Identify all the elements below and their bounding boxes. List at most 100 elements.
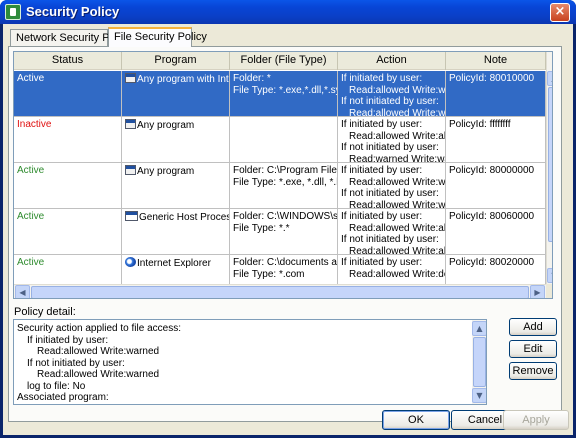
- scroll-up-button[interactable]: ▲: [547, 71, 552, 86]
- application-icon: [125, 165, 136, 175]
- scroll-left-button[interactable]: ◀: [15, 285, 30, 298]
- column-header-folder[interactable]: Folder (File Type): [230, 52, 338, 70]
- policy-detail-line: If initiated by user:: [27, 334, 109, 346]
- note-cell: PolicyId: 80010000: [446, 71, 546, 117]
- action-line: Read:allowed Write:allowe: [349, 130, 446, 142]
- note-text: PolicyId: 80060000: [449, 211, 535, 222]
- status-text: Active: [17, 211, 45, 222]
- close-button[interactable]: ×: [550, 3, 570, 22]
- detail-scroll-down-button[interactable]: ▼: [472, 388, 486, 403]
- add-button[interactable]: Add: [509, 318, 557, 336]
- scrollbar-corner: [546, 284, 552, 298]
- dialog-client-area: Network Security Policy File Security Po…: [3, 24, 573, 435]
- action-cell: If initiated by user: Read:allowed Write:…: [338, 163, 446, 209]
- security-shield-icon: [5, 4, 21, 20]
- policy-detail-label: Policy detail:: [14, 306, 76, 318]
- window-icon: [125, 211, 138, 221]
- action-line: If initiated by user:: [341, 119, 423, 130]
- vertical-scroll-thumb[interactable]: [548, 87, 552, 242]
- column-header-note[interactable]: Note: [446, 52, 546, 70]
- folder-line: File Type: *.exe, *.dll, *.log...: [233, 176, 337, 188]
- action-line: Read:allowed Write:war...: [349, 107, 446, 118]
- folder-line: File Type: *.exe,*.dll,*.sys,...: [233, 84, 337, 96]
- folder-line: File Type: *.com: [233, 268, 305, 280]
- policy-detail-line: If not initiated by user:: [27, 357, 125, 369]
- status-cell: Active: [14, 163, 122, 209]
- scroll-down-button[interactable]: ▼: [547, 268, 552, 283]
- program-name: Generic Host Process ...: [139, 212, 229, 223]
- policy-detail-line: Associated program:: [17, 392, 109, 403]
- action-cell: If initiated by user: Read:allowed Write:…: [338, 117, 446, 163]
- note-cell: PolicyId: ffffffff: [446, 117, 546, 163]
- apply-button[interactable]: Apply: [503, 410, 569, 430]
- table-row[interactable]: Inactive Any program If initiated by user:…: [14, 117, 546, 163]
- application-icon: [125, 73, 136, 83]
- action-line: If not initiated by user:: [341, 142, 439, 153]
- status-text: Active: [17, 73, 45, 84]
- policy-detail-line: Read:allowed Write:warned: [37, 369, 160, 380]
- column-header-action[interactable]: Action: [338, 52, 446, 70]
- folder-line: Folder: *: [233, 73, 271, 84]
- status-cell: Active: [14, 71, 122, 117]
- action-line: Read:allowed Write:warne: [349, 176, 446, 188]
- action-line: Read:allowed Write:allowe: [349, 222, 446, 234]
- detail-scroll-thumb[interactable]: [473, 337, 486, 387]
- table-header: Status Program Folder (File Type) Action…: [14, 52, 552, 70]
- table-row[interactable]: ActiveGeneric Host Process ...Folder: C:…: [14, 209, 546, 255]
- ok-button[interactable]: OK: [382, 410, 450, 430]
- edit-button[interactable]: Edit: [509, 340, 557, 358]
- file-security-policy-panel: Status Program Folder (File Type) Action…: [8, 46, 562, 422]
- program-cell: Any program: [122, 163, 230, 209]
- note-text: PolicyId: 80020000: [449, 257, 535, 268]
- action-line: If not initiated by user:: [341, 234, 439, 245]
- table-vertical-scrollbar[interactable]: ▲ ▼: [546, 52, 552, 298]
- note-cell: PolicyId: 80000000: [446, 163, 546, 209]
- action-cell: If initiated by user: Read:allowed Write:…: [338, 71, 446, 117]
- table-row[interactable]: Active Any program Folder: C:\Program File…: [14, 163, 546, 209]
- scroll-right-button[interactable]: ▶: [530, 285, 545, 298]
- action-line: Read:allowed Write:denie: [349, 268, 445, 280]
- action-line: Read:allowed Write:allo...: [349, 245, 446, 256]
- policy-detail-line: Security action applied to file access:: [17, 323, 181, 334]
- tab-file-security-policy[interactable]: File Security Policy: [108, 27, 207, 47]
- action-line: If not initiated by user:: [341, 188, 439, 199]
- detail-scroll-up-button[interactable]: ▲: [472, 321, 486, 336]
- folder-cell: Folder: C:\Program Files\SeFile Type: *.…: [230, 163, 338, 209]
- title-bar[interactable]: Security Policy ×: [0, 0, 576, 24]
- note-text: PolicyId: 80010000: [449, 73, 535, 84]
- program-name: Internet Explorer: [137, 258, 211, 269]
- folder-cell: [230, 117, 338, 163]
- note-text: PolicyId: 80000000: [449, 165, 535, 176]
- action-line: Read:allowed Write:war...: [349, 199, 446, 210]
- action-line: If not initiated by user:: [341, 96, 439, 107]
- status-cell: Active: [14, 209, 122, 255]
- detail-vertical-scrollbar[interactable]: ▲ ▼: [472, 320, 486, 404]
- horizontal-scroll-thumb[interactable]: [31, 286, 529, 298]
- policy-detail-line: program name: Any program with Internet …: [17, 404, 467, 405]
- policy-detail-box[interactable]: Security action applied to file access: I…: [13, 319, 487, 405]
- program-name: Any program: [137, 166, 195, 177]
- note-cell: PolicyId: 80060000: [446, 209, 546, 255]
- column-header-status[interactable]: Status: [14, 52, 122, 70]
- action-line: Read:allowed Write:warne: [349, 84, 446, 96]
- note-text: PolicyId: ffffffff: [449, 119, 511, 130]
- security-policy-window: Security Policy × Network Security Polic…: [0, 0, 576, 438]
- action-cell: If initiated by user: Read:allowed Write:…: [338, 209, 446, 255]
- policy-table: Status Program Folder (File Type) Action…: [13, 51, 553, 299]
- table-row[interactable]: ActiveAny program with Inter...Folder: *…: [14, 71, 546, 117]
- tab-network-security-policy[interactable]: Network Security Policy: [10, 29, 132, 47]
- table-horizontal-scrollbar[interactable]: ◀ ▶: [14, 284, 546, 298]
- folder-cell: Folder: C:\WINDOWS\softvFile Type: *.*: [230, 209, 338, 255]
- status-text: Active: [17, 165, 45, 176]
- status-cell: Inactive: [14, 117, 122, 163]
- policy-detail-text: Security action applied to file access: I…: [17, 323, 467, 405]
- remove-button[interactable]: Remove: [509, 362, 557, 380]
- action-line: Read:warned Write:war...: [349, 153, 445, 164]
- column-header-program[interactable]: Program: [122, 52, 230, 70]
- program-cell: Any program: [122, 117, 230, 163]
- status-text: Inactive: [17, 119, 52, 130]
- internet-explorer-icon: [125, 257, 136, 267]
- action-line: If initiated by user:: [341, 211, 423, 222]
- action-line: If initiated by user:: [341, 165, 423, 176]
- folder-line: Folder: C:\WINDOWS\softv: [233, 211, 338, 222]
